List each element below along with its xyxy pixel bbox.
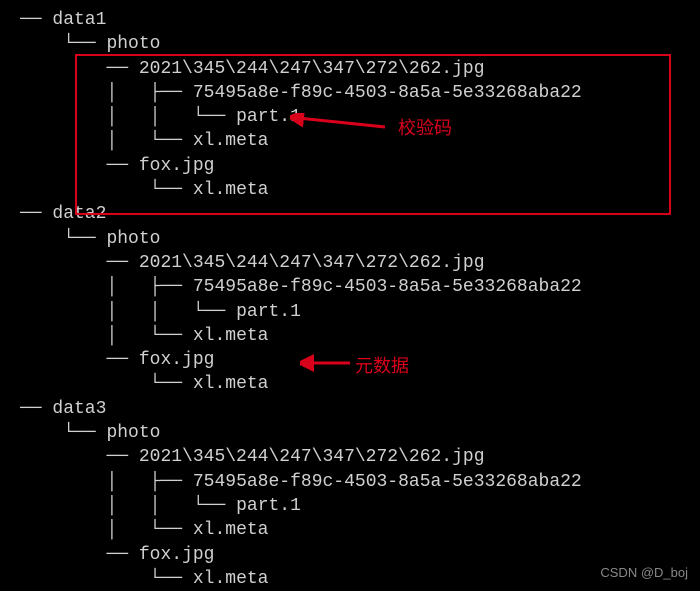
branch-glyph: └── [150, 131, 193, 151]
file-name: fox.jpg [139, 545, 215, 565]
branch-glyph: └── [150, 520, 193, 540]
branch-glyph: └── [63, 423, 106, 443]
branch-glyph: ├── [150, 472, 193, 492]
dir-name: data1 [52, 10, 106, 30]
tree-row-jpg: ── 2021\345\244\247\347\272\262.jpg [20, 445, 700, 469]
branch-glyph: └── [193, 302, 236, 322]
terminal-tree-output: ── data1 └── photo ── 2021\345\244\247\3… [20, 8, 700, 591]
tree-row-photo: └── photo [20, 227, 700, 251]
branch-glyph: └── [150, 180, 193, 200]
tree-row-data3: ── data3 [20, 397, 700, 421]
branch-glyph: ├── [150, 83, 193, 103]
dir-name: data3 [52, 399, 106, 419]
tree-row-part: │ │ └── part.1 [20, 494, 700, 518]
file-name: xl.meta [193, 131, 269, 151]
dir-name: photo [106, 423, 160, 443]
tree-row-photo: └── photo [20, 32, 700, 56]
dir-name: photo [106, 229, 160, 249]
watermark-text: CSDN @D_boj [600, 564, 688, 582]
branch-glyph: └── [63, 229, 106, 249]
file-name: part.1 [236, 496, 301, 516]
dir-name: data2 [52, 204, 106, 224]
tree-row-jpg: ── 2021\345\244\247\347\272\262.jpg [20, 57, 700, 81]
tree-row-xlmeta: │ └── xl.meta [20, 324, 700, 348]
tree-row-xlmeta: │ └── xl.meta [20, 129, 700, 153]
tree-row-fox: ── fox.jpg [20, 154, 700, 178]
branch-glyph: ── [20, 399, 52, 419]
tree-row-jpg: ── 2021\345\244\247\347\272\262.jpg [20, 251, 700, 275]
branch-glyph: └── [193, 496, 236, 516]
tree-row-data2: ── data2 [20, 202, 700, 226]
tree-row-uuid: │ ├── 75495a8e-f89c-4503-8a5a-5e33268aba… [20, 470, 700, 494]
tree-row-data1: ── data1 [20, 8, 700, 32]
file-name: xl.meta [193, 180, 269, 200]
branch-glyph: ── [106, 447, 138, 467]
tree-row-part: │ │ └── part.1 [20, 300, 700, 324]
dir-name: photo [106, 34, 160, 54]
file-name: 75495a8e-f89c-4503-8a5a-5e33268aba22 [193, 277, 582, 297]
tree-row-photo: └── photo [20, 421, 700, 445]
file-name: 2021\345\244\247\347\272\262.jpg [139, 253, 485, 273]
file-name: fox.jpg [139, 156, 215, 176]
file-name: 2021\345\244\247\347\272\262.jpg [139, 59, 485, 79]
branch-glyph: └── [150, 326, 193, 346]
tree-row-fox: ── fox.jpg [20, 543, 700, 567]
file-name: fox.jpg [139, 350, 215, 370]
tree-row-part: │ │ └── part.1 [20, 105, 700, 129]
file-name: xl.meta [193, 326, 269, 346]
file-name: xl.meta [193, 374, 269, 394]
branch-glyph: ── [106, 253, 138, 273]
branch-glyph: ├── [150, 277, 193, 297]
branch-glyph: └── [150, 374, 193, 394]
file-name: part.1 [236, 302, 301, 322]
branch-glyph: ── [20, 204, 52, 224]
branch-glyph: └── [150, 569, 193, 589]
tree-row-uuid: │ ├── 75495a8e-f89c-4503-8a5a-5e33268aba… [20, 275, 700, 299]
annotation-checksum: 校验码 [398, 116, 452, 140]
file-name: xl.meta [193, 569, 269, 589]
file-name: 75495a8e-f89c-4503-8a5a-5e33268aba22 [193, 472, 582, 492]
file-name: part.1 [236, 107, 301, 127]
tree-row-uuid: │ ├── 75495a8e-f89c-4503-8a5a-5e33268aba… [20, 81, 700, 105]
branch-glyph: ── [106, 350, 138, 370]
file-name: 2021\345\244\247\347\272\262.jpg [139, 447, 485, 467]
branch-glyph: ── [106, 59, 138, 79]
tree-row-xlmeta: │ └── xl.meta [20, 518, 700, 542]
file-name: 75495a8e-f89c-4503-8a5a-5e33268aba22 [193, 83, 582, 103]
annotation-metadata: 元数据 [355, 354, 409, 378]
branch-glyph: ── [106, 545, 138, 565]
branch-glyph: └── [63, 34, 106, 54]
file-name: xl.meta [193, 520, 269, 540]
tree-row-xlmeta2: └── xl.meta [20, 567, 700, 591]
branch-glyph: ── [106, 156, 138, 176]
tree-row-xlmeta2: └── xl.meta [20, 178, 700, 202]
branch-glyph: └── [193, 107, 236, 127]
branch-glyph: ── [20, 10, 52, 30]
